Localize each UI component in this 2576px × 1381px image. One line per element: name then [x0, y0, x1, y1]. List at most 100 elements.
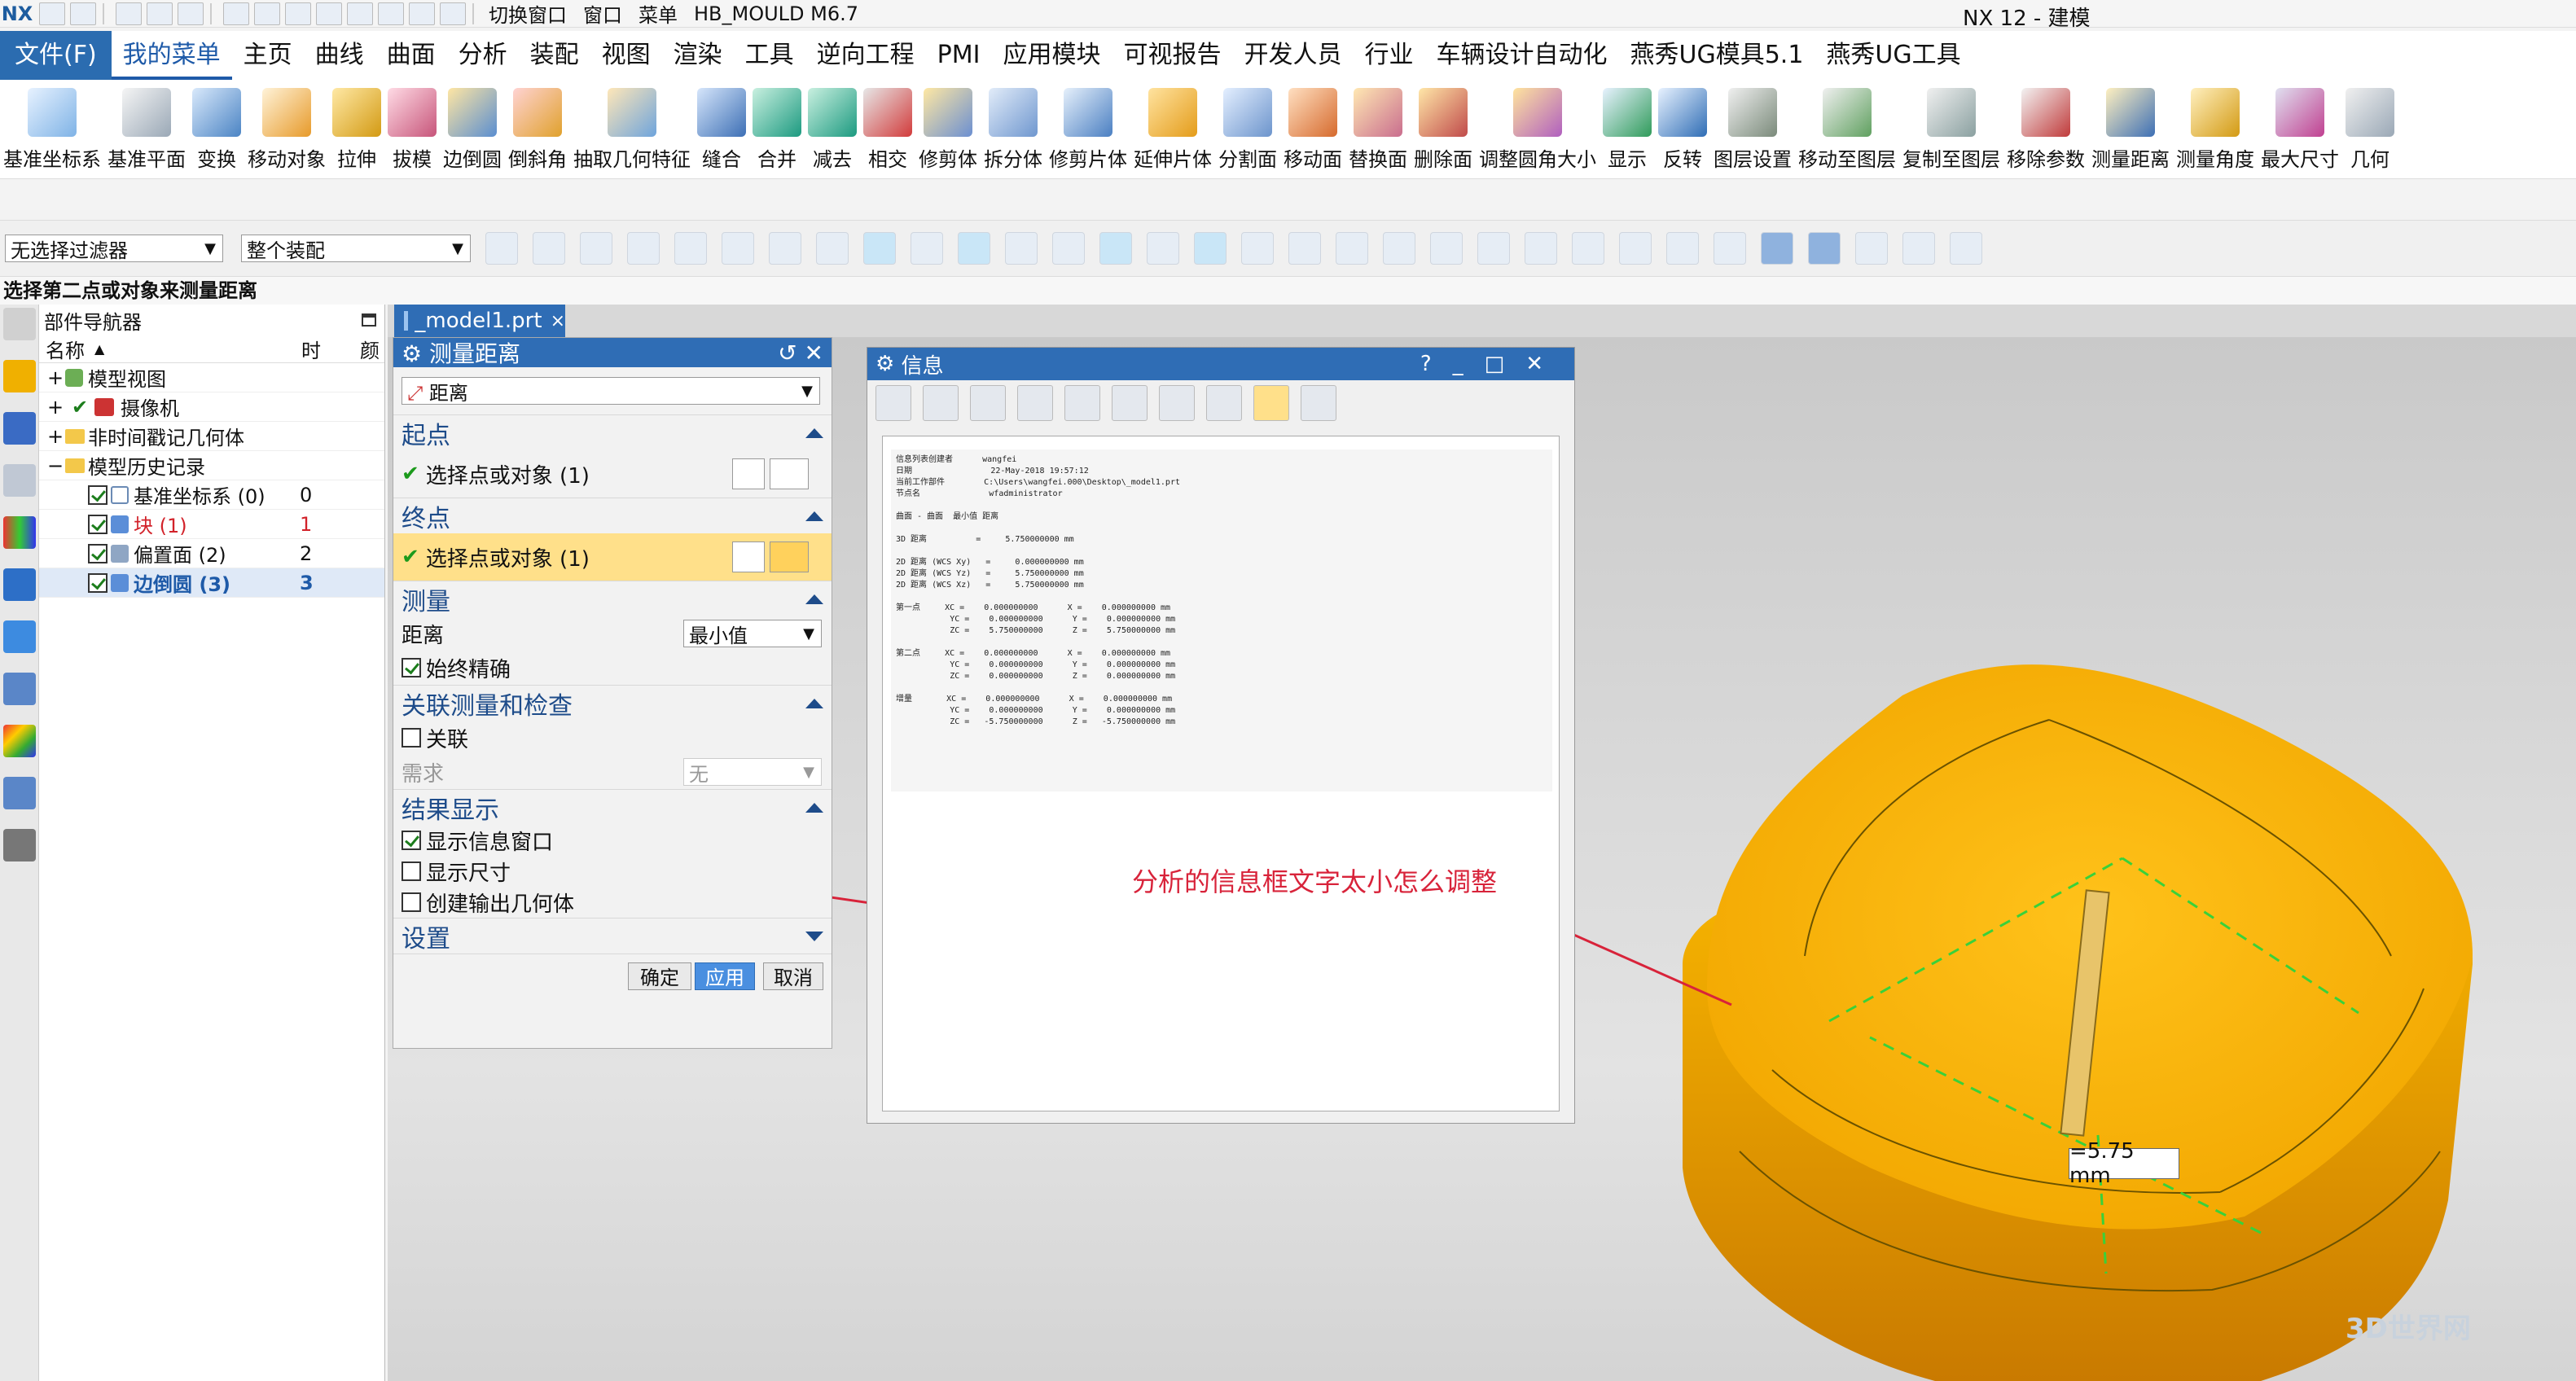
tree-item-edge-blend[interactable]: 边倒圆 (3) 3 [39, 568, 384, 598]
end-point-selector[interactable]: ✔ 选择点或对象 (1) [393, 533, 832, 581]
visibility-checkbox[interactable] [88, 572, 108, 593]
face-rule-icon[interactable] [722, 232, 754, 265]
paste-icon[interactable] [347, 2, 373, 25]
redo-icon[interactable] [254, 2, 280, 25]
menu-tools[interactable]: 工具 [734, 31, 805, 80]
ribbon-copy-to-layer[interactable]: 复制至图层 [1899, 80, 2003, 179]
ribbon-move-face[interactable]: 移动面 [1280, 80, 1345, 179]
visibility-checkbox[interactable] [88, 543, 108, 563]
ribbon-measure-distance[interactable]: 测量距离 [2088, 80, 2173, 179]
show-info-window-checkbox[interactable] [402, 831, 421, 850]
ribbon-invert[interactable]: 反转 [1655, 80, 1710, 179]
repeat-command-icon[interactable] [440, 2, 466, 25]
snap-points-icon[interactable] [863, 232, 896, 265]
visibility-checkbox[interactable] [88, 514, 108, 534]
wireframe-icon[interactable] [1855, 232, 1888, 265]
menu-analysis[interactable]: 分析 [447, 31, 519, 80]
mid-point-icon[interactable] [958, 232, 990, 265]
close-icon[interactable]: ✕ [805, 340, 823, 366]
render-style-icon[interactable] [1714, 232, 1746, 265]
deselect-icon[interactable] [627, 232, 660, 265]
tree-item-offset-face[interactable]: 偏置面 (2) 2 [39, 539, 384, 568]
always-precise-checkbox[interactable] [402, 658, 421, 677]
settings-gear-icon[interactable]: ⚙ [402, 340, 422, 367]
binoculars-icon[interactable] [1206, 385, 1242, 421]
section-view-icon[interactable] [1666, 232, 1699, 265]
ribbon-intersect[interactable]: 相交 [860, 80, 915, 179]
create-output-geometry-checkbox[interactable] [402, 892, 421, 912]
associative-checkbox[interactable] [402, 728, 421, 747]
copy-icon[interactable] [316, 2, 342, 25]
expand-icon[interactable]: + [47, 366, 64, 389]
solid-icon[interactable] [816, 232, 849, 265]
show-hide-icon[interactable] [674, 232, 707, 265]
tree-item-non-timestamp-geometry[interactable]: 非时间戳记几何体 + [39, 422, 384, 451]
ribbon-trim-sheet[interactable]: 修剪片体 [1046, 80, 1130, 179]
ribbon-resize-blend[interactable]: 调整圆角大小 [1476, 80, 1600, 179]
ribbon-transform[interactable]: 变换 [189, 80, 244, 179]
ribbon-move-to-layer[interactable]: 移动至图层 [1795, 80, 1899, 179]
point-on-curve-icon[interactable] [1241, 232, 1274, 265]
menu-curve[interactable]: 曲线 [304, 31, 375, 80]
menu-yanxiu-tools[interactable]: 燕秀UG工具 [1815, 31, 1972, 80]
word-wrap-icon[interactable] [1253, 385, 1289, 421]
paste-icon[interactable] [1064, 385, 1100, 421]
start-point-selector[interactable]: ✔ 选择点或对象 (1) [393, 450, 832, 498]
ribbon-extend-sheet[interactable]: 延伸片体 [1130, 80, 1215, 179]
bounded-grid-icon[interactable] [1336, 232, 1368, 265]
expand-caret-icon[interactable] [805, 931, 823, 941]
collapse-icon[interactable]: − [47, 454, 64, 477]
shaded-icon[interactable] [1761, 232, 1793, 265]
ribbon-delete-face[interactable]: 删除面 [1411, 80, 1476, 179]
select-features-icon[interactable] [485, 232, 518, 265]
visibility-checkbox[interactable] [88, 484, 108, 505]
menu-view[interactable]: 视图 [590, 31, 662, 80]
save-all-icon[interactable] [178, 2, 204, 25]
apply-button[interactable]: 应用 [695, 962, 755, 990]
save-icon[interactable] [875, 385, 911, 421]
history-icon[interactable] [3, 673, 36, 705]
ribbon-extrude[interactable]: 拉伸 [329, 80, 384, 179]
close-icon[interactable]: ✕ [1525, 352, 1564, 376]
system-materials-icon[interactable] [3, 777, 36, 809]
settings-gear-icon[interactable] [3, 308, 36, 340]
collapse-caret-icon[interactable] [805, 802, 823, 813]
find-icon[interactable] [1159, 385, 1195, 421]
print-icon[interactable] [923, 385, 959, 421]
menu-yanxiu-mold[interactable]: 燕秀UG模具5.1 [1619, 31, 1815, 80]
ribbon-layer-settings[interactable]: 图层设置 [1710, 80, 1795, 179]
ribbon-trim-body[interactable]: 修剪体 [915, 80, 981, 179]
undo-icon[interactable] [223, 2, 249, 25]
ribbon-extract-geometry[interactable]: 抽取几何特征 [570, 80, 694, 179]
ribbon-replace-face[interactable]: 替换面 [1345, 80, 1411, 179]
help-icon[interactable]: ? [1420, 352, 1453, 376]
ribbon-divide-face[interactable]: 分割面 [1215, 80, 1280, 179]
column-color-header[interactable]: 颜 [360, 335, 380, 363]
menu-assembly[interactable]: 装配 [519, 31, 590, 80]
maximize-icon[interactable]: □ [1485, 352, 1526, 376]
hb-mould-plugin[interactable]: HB_MOULD M6.7 [694, 2, 858, 25]
menu-vehicle-design[interactable]: 车辆设计自动化 [1425, 31, 1619, 80]
requirement-dropdown[interactable]: 无 ▼ [683, 758, 822, 786]
section-associative-measure[interactable]: 关联测量和检查 [393, 685, 832, 721]
ribbon-split-body[interactable]: 拆分体 [981, 80, 1046, 179]
show-info-window-option[interactable]: 显示信息窗口 [393, 825, 832, 856]
collapse-caret-icon[interactable] [805, 698, 823, 708]
rotate-icon[interactable] [1525, 232, 1557, 265]
delete-icon[interactable] [1112, 385, 1148, 421]
tree-item-model-history[interactable]: 模型历史记录 − [39, 451, 384, 480]
measure-type-dropdown[interactable]: ⤢ 距离 ▼ [402, 377, 820, 405]
end-point-icon[interactable] [911, 232, 943, 265]
create-output-geometry-option[interactable]: 创建输出几何体 [393, 887, 832, 918]
new-file-icon[interactable] [39, 2, 65, 25]
tree-item-model-views[interactable]: 模型视图 + [39, 363, 384, 392]
reuse-library-icon[interactable] [3, 516, 36, 549]
section-settings[interactable]: 设置 [393, 918, 832, 954]
switch-window-button[interactable]: 切换窗口 [489, 0, 567, 28]
column-timestamp-header[interactable]: 时 [301, 335, 321, 363]
info-listing-text[interactable]: 信息列表创建者 wangfei 日期 22-May-2018 19:57:12 … [891, 449, 1552, 791]
ribbon-datum-plane[interactable]: 基准平面 [104, 80, 189, 179]
minus-icon[interactable] [1301, 385, 1336, 421]
tree-item-cameras[interactable]: 摄像机 + ✔ [39, 392, 384, 422]
ribbon-subtract[interactable]: 减去 [805, 80, 860, 179]
